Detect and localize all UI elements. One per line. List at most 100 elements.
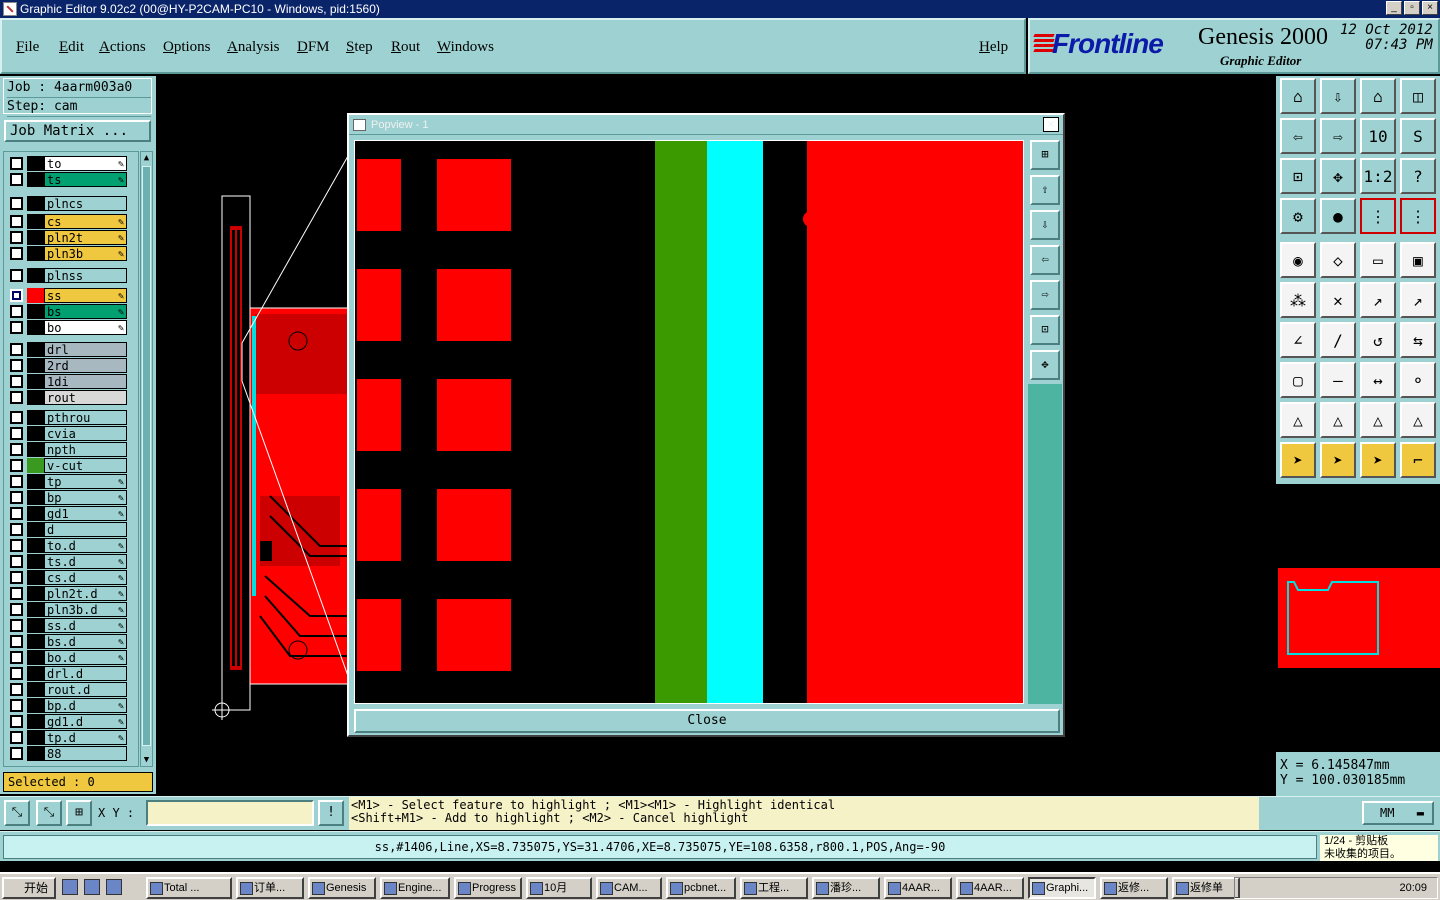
popview-fit-icon[interactable]: ⊡ — [1030, 315, 1060, 345]
layer-color-swatch[interactable] — [27, 214, 44, 229]
desktop-icon[interactable] — [62, 879, 78, 895]
layer-row-v-cut[interactable]: v-cut — [7, 458, 127, 473]
layer-name[interactable]: tp.d ✎ — [44, 730, 127, 745]
layer-name[interactable]: rout.d — [44, 682, 127, 697]
layer-color-swatch[interactable] — [27, 268, 44, 283]
cross-delete-icon[interactable]: ✕ — [1320, 282, 1356, 318]
layer-checkbox[interactable] — [10, 667, 23, 680]
menu-analysis[interactable]: Analysis — [227, 39, 280, 56]
layer-checkbox[interactable] — [10, 635, 23, 648]
layer-name[interactable]: ts.d ✎ — [44, 554, 127, 569]
layer-color-swatch[interactable] — [27, 156, 44, 171]
layer-row-tp[interactable]: tp ✎ — [7, 474, 127, 489]
layer-row-to.d[interactable]: to.d ✎ — [7, 538, 127, 553]
layer-name[interactable]: v-cut — [44, 458, 127, 473]
layer-row-pln3b.d[interactable]: pln3b.d ✎ — [7, 602, 127, 617]
layer-checkbox[interactable] — [10, 619, 23, 632]
close-window-button[interactable]: × — [1422, 1, 1438, 15]
layer-color-swatch[interactable] — [27, 698, 44, 713]
layer-row-pthrou[interactable]: pthrou — [7, 410, 127, 425]
angle-icon[interactable]: ∠ — [1280, 322, 1316, 358]
start-button[interactable]: 开始 — [2, 877, 56, 899]
layer-color-swatch[interactable] — [27, 634, 44, 649]
layer-checkbox[interactable] — [10, 231, 23, 244]
menu-options[interactable]: Options — [163, 39, 211, 56]
taskbar-item[interactable]: 潘珍... — [812, 877, 880, 899]
layer-color-swatch[interactable] — [27, 172, 44, 187]
copy-pad-icon[interactable]: ▢ — [1280, 362, 1316, 398]
house-icon[interactable]: ⌂ — [1360, 78, 1396, 114]
layer-row-to[interactable]: to ✎ — [7, 156, 127, 171]
layer-name[interactable]: bo ✎ — [44, 320, 127, 335]
layer-row-pln2t.d[interactable]: pln2t.d ✎ — [7, 586, 127, 601]
popview-canvas[interactable] — [354, 140, 1024, 704]
add-pad-icon[interactable]: ◉ — [1280, 242, 1316, 278]
layer-row-cs[interactable]: cs ✎ — [7, 214, 127, 229]
pan-icon[interactable]: ✥ — [1320, 158, 1356, 194]
layer-checkbox[interactable] — [10, 391, 23, 404]
window-split-icon[interactable]: ◫ — [1400, 78, 1436, 114]
layer-color-swatch[interactable] — [27, 196, 44, 211]
layer-name[interactable]: plnss — [44, 268, 127, 283]
layer-checkbox[interactable] — [10, 359, 23, 372]
layer-scrollbar[interactable]: ▲ ▼ — [140, 151, 153, 767]
arc-icon[interactable]: ↺ — [1360, 322, 1396, 358]
triangle-line-icon[interactable]: △ — [1320, 402, 1356, 438]
layer-checkbox[interactable] — [10, 375, 23, 388]
layer-row-drl[interactable]: drl — [7, 342, 127, 357]
layer-color-swatch[interactable] — [27, 714, 44, 729]
layer-row-d[interactable]: d — [7, 522, 127, 537]
popview-close-icon[interactable]: × — [1043, 117, 1059, 132]
layer-checkbox[interactable] — [10, 603, 23, 616]
layer-name[interactable]: pln3b ✎ — [44, 246, 127, 261]
layer-name[interactable]: 1di — [44, 374, 127, 389]
layer-row-gd1[interactable]: gd1 ✎ — [7, 506, 127, 521]
grid-icon[interactable]: ⊞ — [66, 800, 92, 826]
taskbar-item[interactable]: Genesis — [308, 877, 376, 899]
zoom-fit-icon[interactable]: ⊡ — [1280, 158, 1316, 194]
menu-rout[interactable]: Rout — [391, 39, 420, 56]
layer-row-ts.d[interactable]: ts.d ✎ — [7, 554, 127, 569]
right-arrow-icon[interactable]: ⇨ — [1320, 118, 1356, 154]
triangle-bar-icon[interactable]: △ — [1360, 402, 1396, 438]
taskbar-item[interactable]: 4AAR... — [956, 877, 1024, 899]
pointer-icon[interactable]: ➤ — [1280, 442, 1316, 478]
unit-select[interactable]: MM ▬ — [1362, 801, 1434, 825]
layer-row-bp[interactable]: bp ✎ — [7, 490, 127, 505]
layer-color-swatch[interactable] — [27, 458, 44, 473]
layer-checkbox[interactable] — [10, 571, 23, 584]
layer-row-bo[interactable]: bo ✎ — [7, 320, 127, 335]
layer-checkbox[interactable] — [10, 731, 23, 744]
layer-checkbox[interactable] — [10, 427, 23, 440]
layer-checkbox[interactable] — [10, 411, 23, 424]
layer-name[interactable]: to ✎ — [44, 156, 127, 171]
layer-checkbox[interactable] — [10, 289, 23, 302]
add-line-icon[interactable]: ◇ — [1320, 242, 1356, 278]
taskbar-item[interactable]: 返修... — [1100, 877, 1168, 899]
layer-color-swatch[interactable] — [27, 506, 44, 521]
layer-color-swatch[interactable] — [27, 682, 44, 697]
taskbar-item[interactable]: 订单... — [236, 877, 304, 899]
layer-row-npth[interactable]: npth — [7, 442, 127, 457]
left-arrow-icon[interactable]: ⇦ — [1280, 118, 1316, 154]
layer-name[interactable]: drl — [44, 342, 127, 357]
layer-color-swatch[interactable] — [27, 288, 44, 303]
layer-row-drl.d[interactable]: drl.d — [7, 666, 127, 681]
circles-icon[interactable]: ⚬ — [1400, 362, 1436, 398]
layer-name[interactable]: plncs — [44, 196, 127, 211]
popview-pan-icon[interactable]: ✥ — [1030, 350, 1060, 380]
restore-button[interactable]: ▫ — [1404, 1, 1420, 15]
snap-icon[interactable]: ⤡ — [4, 800, 30, 826]
scroll-up-icon[interactable]: ▲ — [141, 152, 152, 164]
layer-color-swatch[interactable] — [27, 320, 44, 335]
pointer-select-icon[interactable]: ➤ — [1360, 442, 1396, 478]
overview-map[interactable] — [1278, 486, 1440, 752]
probe-icon[interactable]: ● — [1320, 198, 1356, 234]
menu-windows[interactable]: Windows — [437, 39, 494, 56]
layer-name[interactable]: 88 — [44, 746, 127, 761]
layer-name[interactable]: gd1.d ✎ — [44, 714, 127, 729]
home-icon[interactable]: ⌂ — [1280, 78, 1316, 114]
layer-checkbox[interactable] — [10, 715, 23, 728]
layer-name[interactable]: bp ✎ — [44, 490, 127, 505]
layer-checkbox[interactable] — [10, 699, 23, 712]
